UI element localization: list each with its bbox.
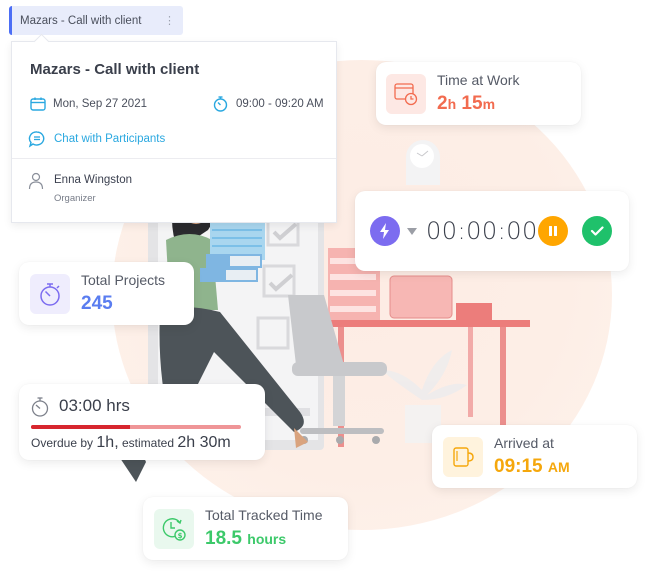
event-time-row: 09:00 - 09:20 AM: [213, 96, 324, 112]
icon-tile: [386, 73, 426, 114]
event-time-range: 09:00 - 09:20 AM: [236, 98, 324, 110]
lightning-bolt-icon: [380, 223, 389, 239]
clock-dollar-icon: $: [162, 517, 186, 541]
overdue-text: Overdue by 1h, estimated 2h 30m: [31, 434, 231, 452]
pause-button[interactable]: [538, 216, 568, 246]
time-tracker-widget: 00:00:00: [355, 191, 629, 271]
chat-link-label[interactable]: Chat with Participants: [54, 133, 165, 145]
event-date-row: Mon, Sep 27 2021: [30, 97, 147, 111]
more-options-icon[interactable]: ⋮: [164, 14, 175, 27]
arrived-time: 09:15 AM: [494, 455, 570, 479]
task-estimate-card: 03:00 hrs Overdue by 1h, estimated 2h 30…: [19, 384, 265, 460]
chat-with-participants-link[interactable]: Chat with Participants: [28, 130, 165, 148]
logged-time: 03:00 hrs: [59, 396, 130, 415]
total-projects-card: Total Projects 245: [19, 262, 194, 325]
stopwatch-icon: [213, 96, 228, 112]
overdue-prefix: Overdue by: [31, 436, 94, 450]
overdue-value: 1h,: [96, 434, 119, 451]
estimated-label: estimated: [121, 436, 175, 450]
arrived-period: AM: [547, 459, 570, 475]
icon-tile: [30, 273, 70, 314]
time-at-work-value: 2h 15m: [437, 92, 519, 116]
minutes-unit: m: [482, 96, 496, 112]
caret-down-icon[interactable]: [407, 227, 417, 235]
total-projects-label: Total Projects: [81, 272, 166, 288]
total-projects-value: 245: [81, 293, 113, 314]
timer-display: 00:00:00: [426, 217, 538, 245]
total-tracked-time-card: $ Total Tracked Time 18.5 hours: [143, 497, 348, 560]
time-at-work-label: Time at Work: [437, 72, 520, 88]
estimate-progress-bar: [31, 425, 241, 429]
stopwatch-icon: [31, 397, 49, 417]
hours-value: 2: [437, 93, 448, 114]
arrived-label: Arrived at: [494, 435, 554, 451]
calendar-clock-icon: [394, 82, 418, 105]
coffee-mug-icon: [453, 446, 474, 467]
calendar-event-chip[interactable]: Mazars - Call with client ⋮: [9, 6, 183, 35]
estimated-value: 2h 30m: [177, 434, 231, 451]
calendar-icon: [30, 97, 46, 111]
stopwatch-icon: [40, 282, 60, 306]
event-details-popover: Mazars - Call with client Mon, Sep 27 20…: [11, 41, 337, 223]
chat-bubble-icon: [28, 131, 45, 148]
event-date: Mon, Sep 27 2021: [53, 98, 147, 110]
complete-button[interactable]: [582, 216, 612, 246]
arrived-at-card: Arrived at 09:15 AM: [432, 425, 637, 488]
time-at-work-card: Time at Work 2h 15m: [376, 62, 581, 125]
svg-text:$: $: [178, 532, 183, 540]
arrived-time-value: 09:15: [494, 456, 543, 477]
progress-fill: [31, 425, 130, 429]
organizer-name: Enna Wingston: [54, 174, 132, 186]
user-icon: [28, 172, 44, 190]
event-chip-title: Mazars - Call with client: [20, 14, 142, 27]
organizer-role: Organizer: [54, 193, 96, 204]
divider: [12, 158, 336, 159]
tracked-label: Total Tracked Time: [205, 507, 323, 523]
checkmark-icon: [590, 226, 604, 236]
pause-icon: [549, 226, 557, 236]
minutes-value: 15: [461, 93, 483, 114]
icon-tile: [443, 436, 483, 477]
icon-tile: $: [154, 508, 194, 549]
tracked-number: 18.5: [205, 528, 242, 549]
tracked-unit: hours: [247, 531, 287, 547]
tracked-value: 18.5 hours: [205, 527, 323, 551]
event-title: Mazars - Call with client: [30, 61, 200, 78]
project-selector-button[interactable]: [370, 216, 400, 246]
hours-unit: h: [447, 96, 457, 112]
